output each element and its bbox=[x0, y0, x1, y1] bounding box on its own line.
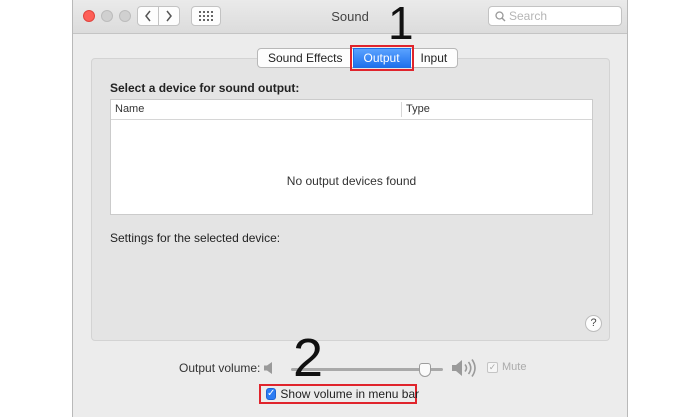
column-divider bbox=[401, 102, 402, 117]
volume-slider-knob[interactable] bbox=[418, 363, 431, 377]
show-volume-label: Show volume in menu bar bbox=[280, 387, 420, 401]
annotation-step-2: 2 bbox=[293, 328, 324, 388]
output-panel: Select a device for sound output: Name T… bbox=[91, 58, 610, 341]
empty-table-message: No output devices found bbox=[286, 174, 417, 188]
output-devices-table[interactable]: Name Type No output devices found bbox=[110, 99, 593, 215]
mute-label: Mute bbox=[502, 361, 527, 373]
device-select-heading: Select a device for sound output: bbox=[110, 81, 300, 95]
column-header-type[interactable]: Type bbox=[406, 103, 430, 115]
table-header: Name Type bbox=[111, 100, 592, 120]
sound-preferences-window: Sound Sound Effects Output Input Select … bbox=[72, 0, 628, 417]
mute-checkmark-icon: ✓ bbox=[487, 361, 498, 373]
search-icon bbox=[495, 11, 506, 22]
show-volume-in-menu-bar-checkbox[interactable]: ✓ Show volume in menu bar bbox=[259, 384, 420, 404]
search-field[interactable] bbox=[488, 6, 622, 26]
column-header-name[interactable]: Name bbox=[115, 103, 144, 115]
annotation-step-1: 1 bbox=[388, 0, 414, 49]
tab-bar: Sound Effects Output Input bbox=[257, 45, 459, 71]
settings-label: Settings for the selected device: bbox=[110, 231, 281, 245]
tab-sound-effects[interactable]: Sound Effects bbox=[257, 48, 354, 68]
speaker-high-icon bbox=[452, 359, 476, 377]
speaker-low-icon bbox=[264, 362, 272, 374]
search-input[interactable] bbox=[509, 8, 617, 24]
output-volume-label: Output volume: bbox=[179, 361, 261, 375]
title-bar: Sound bbox=[73, 0, 627, 34]
tab-output[interactable]: Output bbox=[349, 45, 414, 71]
mute-checkbox[interactable]: ✓ Mute bbox=[487, 361, 526, 373]
tab-input[interactable]: Input bbox=[409, 48, 459, 68]
checkmark-icon: ✓ bbox=[266, 388, 277, 400]
help-button[interactable]: ? bbox=[585, 315, 602, 332]
